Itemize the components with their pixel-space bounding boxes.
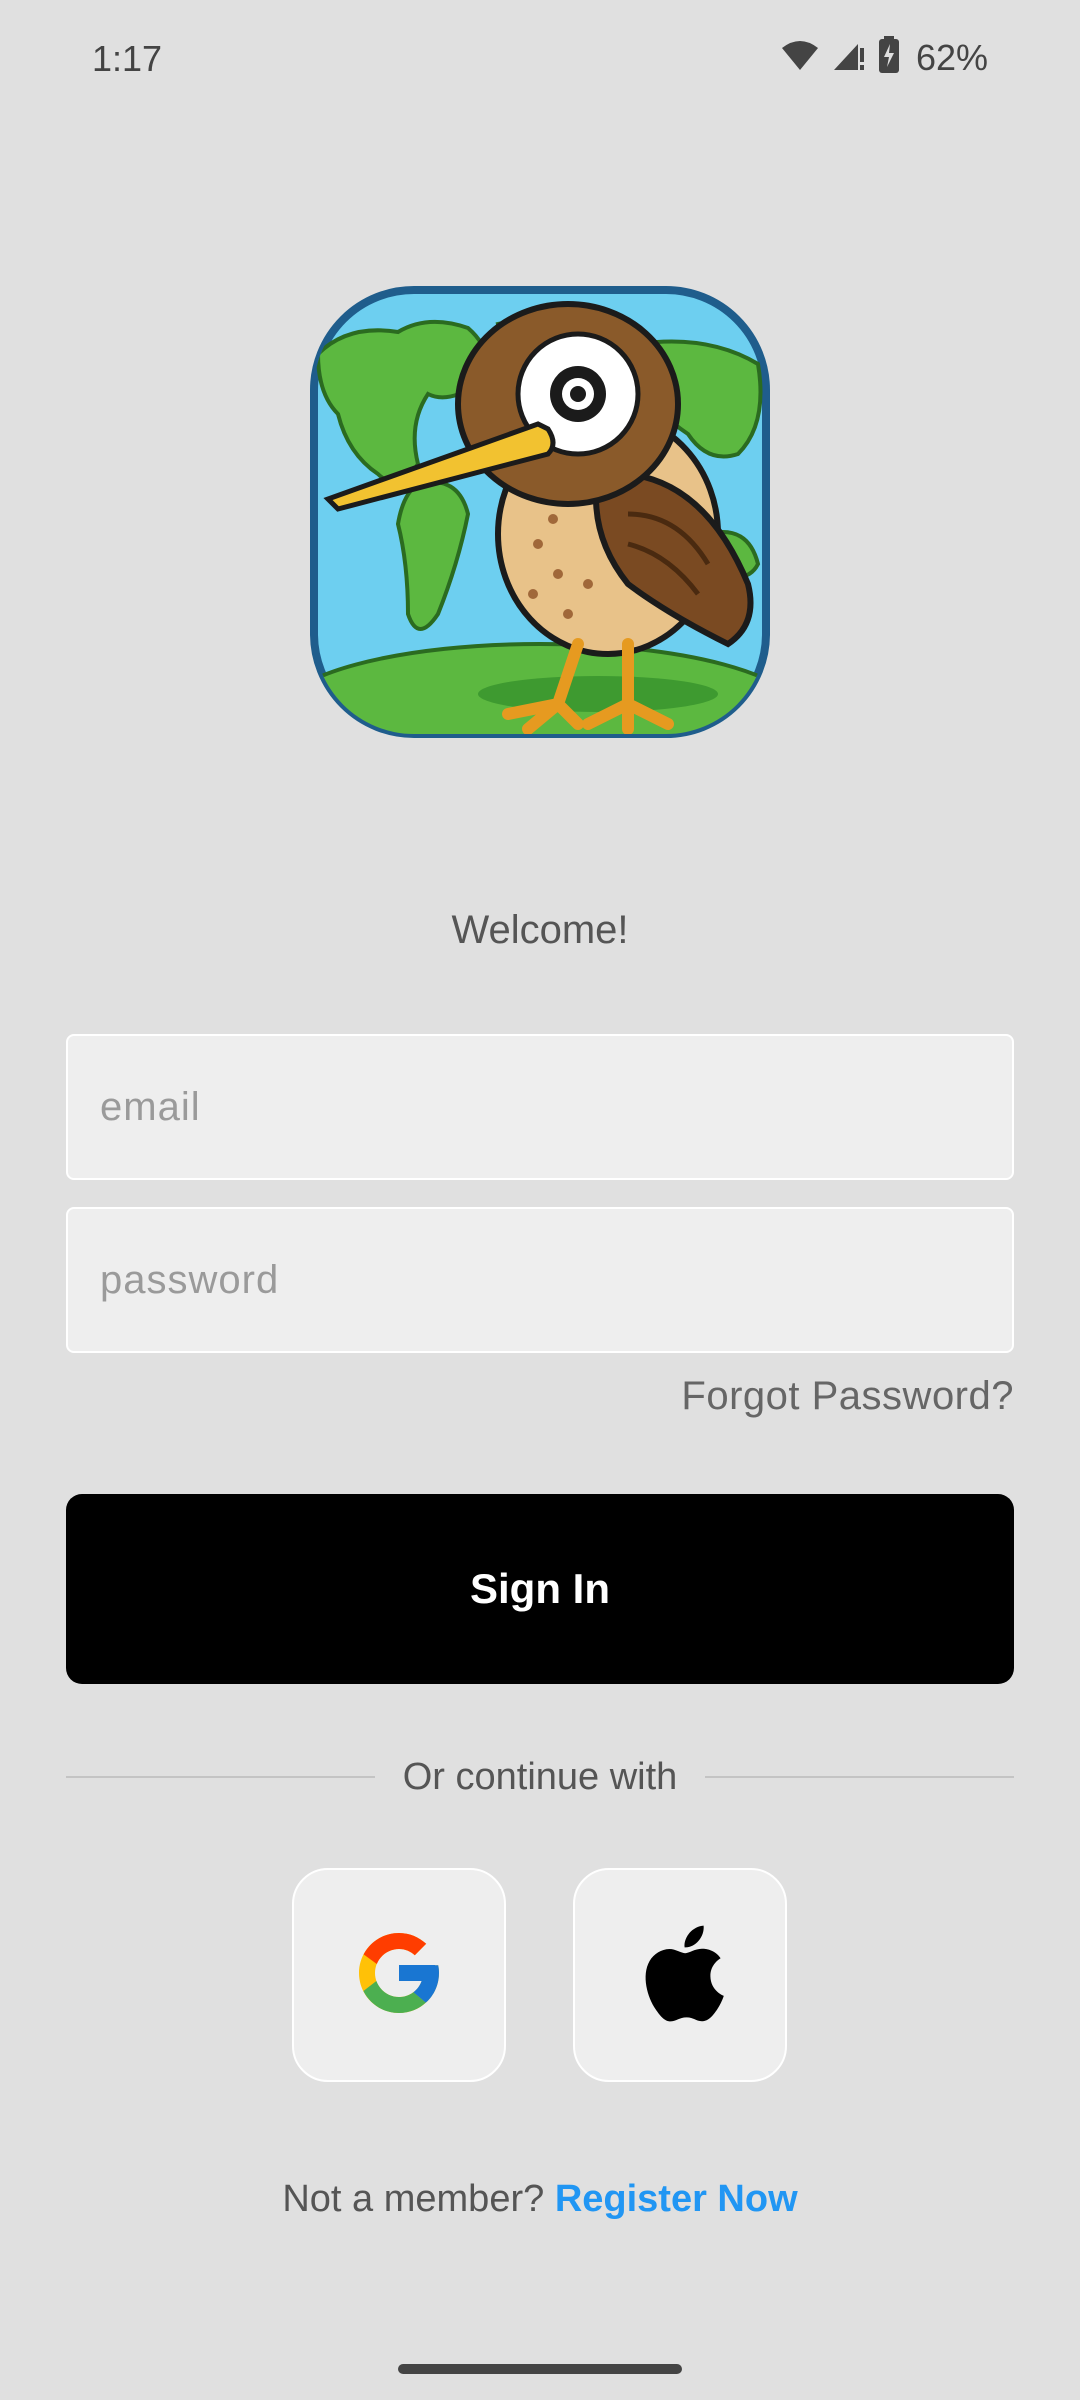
register-prompt: Not a member? — [282, 2178, 555, 2220]
divider-text: Or continue with — [402, 1755, 678, 1798]
status-bar: 1:17 62% — [0, 0, 1080, 120]
app-logo — [308, 284, 772, 740]
google-sign-in-button[interactable] — [292, 1868, 506, 2082]
home-indicator[interactable] — [398, 2364, 682, 2374]
continue-with-divider: Or continue with — [66, 1752, 1015, 1802]
status-time: 1:17 — [92, 38, 163, 79]
sign-in-button[interactable]: Sign In — [66, 1494, 1014, 1684]
divider-line-left — [66, 1776, 375, 1778]
battery-charging-icon — [878, 36, 900, 79]
cell-signal-icon — [832, 38, 866, 77]
password-field[interactable] — [66, 1207, 1014, 1353]
status-icons: 62% — [780, 36, 988, 79]
bird-globe-logo — [310, 286, 770, 738]
google-icon — [351, 1925, 447, 2026]
forgot-password-link[interactable]: Forgot Password? — [681, 1374, 1014, 1419]
email-field[interactable] — [66, 1034, 1014, 1180]
welcome-heading: Welcome! — [451, 908, 629, 952]
battery-percent: 62% — [915, 36, 988, 78]
login-screen: 1:17 62% Welcome! email Forgot Password?… — [0, 0, 1080, 2400]
divider-line-right — [705, 1776, 1015, 1778]
wifi-icon — [780, 38, 820, 77]
apple-sign-in-button[interactable] — [573, 1868, 787, 2082]
register-now-link[interactable]: Register Now — [555, 2178, 798, 2220]
register-row: Not a member? Register Now — [0, 2178, 1080, 2221]
apple-icon — [634, 1921, 726, 2030]
